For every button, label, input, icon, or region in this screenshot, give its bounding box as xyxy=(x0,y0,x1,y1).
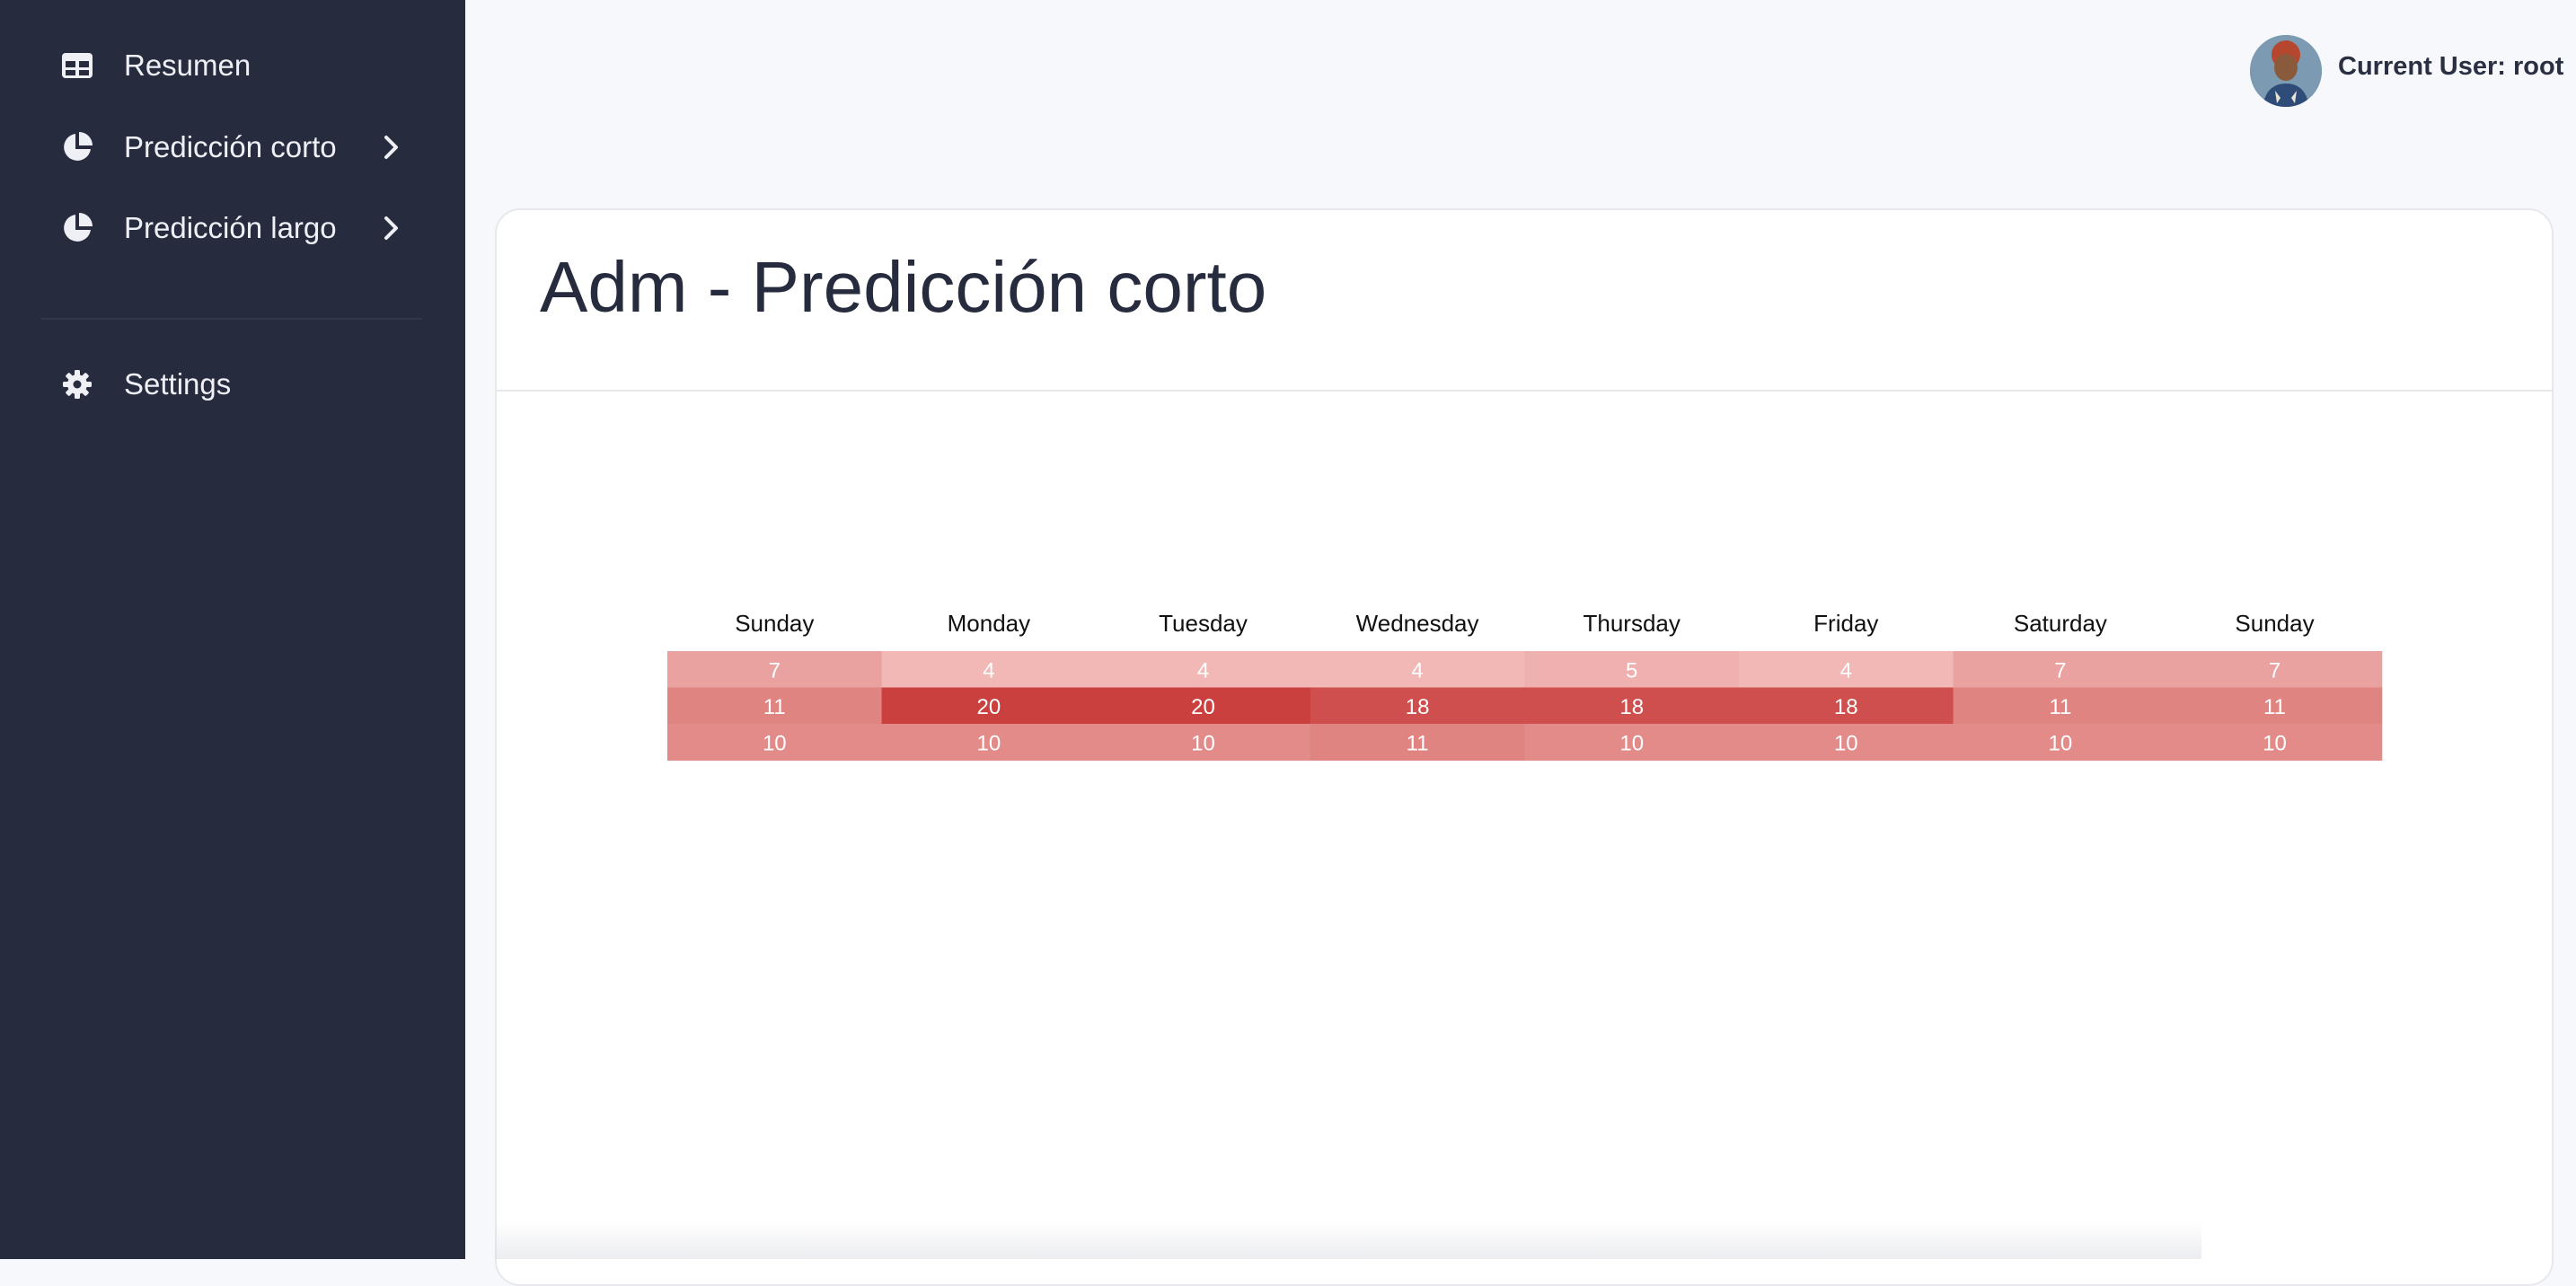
heatmap-cell-value: 4 xyxy=(1197,658,1209,683)
heatmap-cell-value: 11 xyxy=(2049,695,2071,719)
heatmap-cell-value: 5 xyxy=(1626,658,1637,683)
heatmap-cell-value: 10 xyxy=(763,731,787,755)
heatmap-cell-value: 10 xyxy=(1834,731,1858,755)
heatmap-cell-value: 7 xyxy=(2269,658,2280,683)
heatmap-cell-value: 18 xyxy=(1834,695,1858,719)
heatmap-cell-value: 11 xyxy=(763,695,786,719)
heatmap-cell-value: 4 xyxy=(983,658,994,683)
column-header: Tuesday xyxy=(1159,610,1248,637)
column-header: Thursday xyxy=(1584,610,1681,637)
column-header: Saturday xyxy=(2014,610,2107,637)
heatmap-cell-value: 18 xyxy=(1619,695,1644,719)
heatmap-cell-value: 11 xyxy=(1407,731,1429,755)
heatmap-cell-value: 20 xyxy=(1191,695,1215,719)
heatmap-cell-value: 4 xyxy=(1411,658,1423,683)
heatmap-cell-value: 10 xyxy=(977,731,1001,755)
column-header: Wednesday xyxy=(1356,610,1479,637)
column-header: Sunday xyxy=(2235,610,2314,637)
column-header: Monday xyxy=(948,610,1031,637)
heatmap-cell-value: 11 xyxy=(2263,695,2286,719)
heatmap-cell-value: 10 xyxy=(1619,731,1644,755)
heatmap-cell-value: 4 xyxy=(1840,658,1852,683)
heatmap-cell-value: 7 xyxy=(2054,658,2066,683)
heatmap-chart: Sunday Monday Tuesday Wednesday Thursday Frid… xyxy=(667,610,2383,761)
heatmap-cell-value: 10 xyxy=(2263,731,2287,755)
heatmap-cell-value: 10 xyxy=(2049,731,2073,755)
heatmap-cell-value: 18 xyxy=(1406,695,1430,719)
column-header: Sunday xyxy=(735,610,814,637)
heatmap-cell-value: 10 xyxy=(1191,731,1215,755)
heatmap-cell-value: 7 xyxy=(769,658,781,683)
bottom-shadow xyxy=(495,1221,2201,1259)
heatmap-cell-value: 20 xyxy=(977,695,1001,719)
column-header: Friday xyxy=(1813,610,1878,637)
